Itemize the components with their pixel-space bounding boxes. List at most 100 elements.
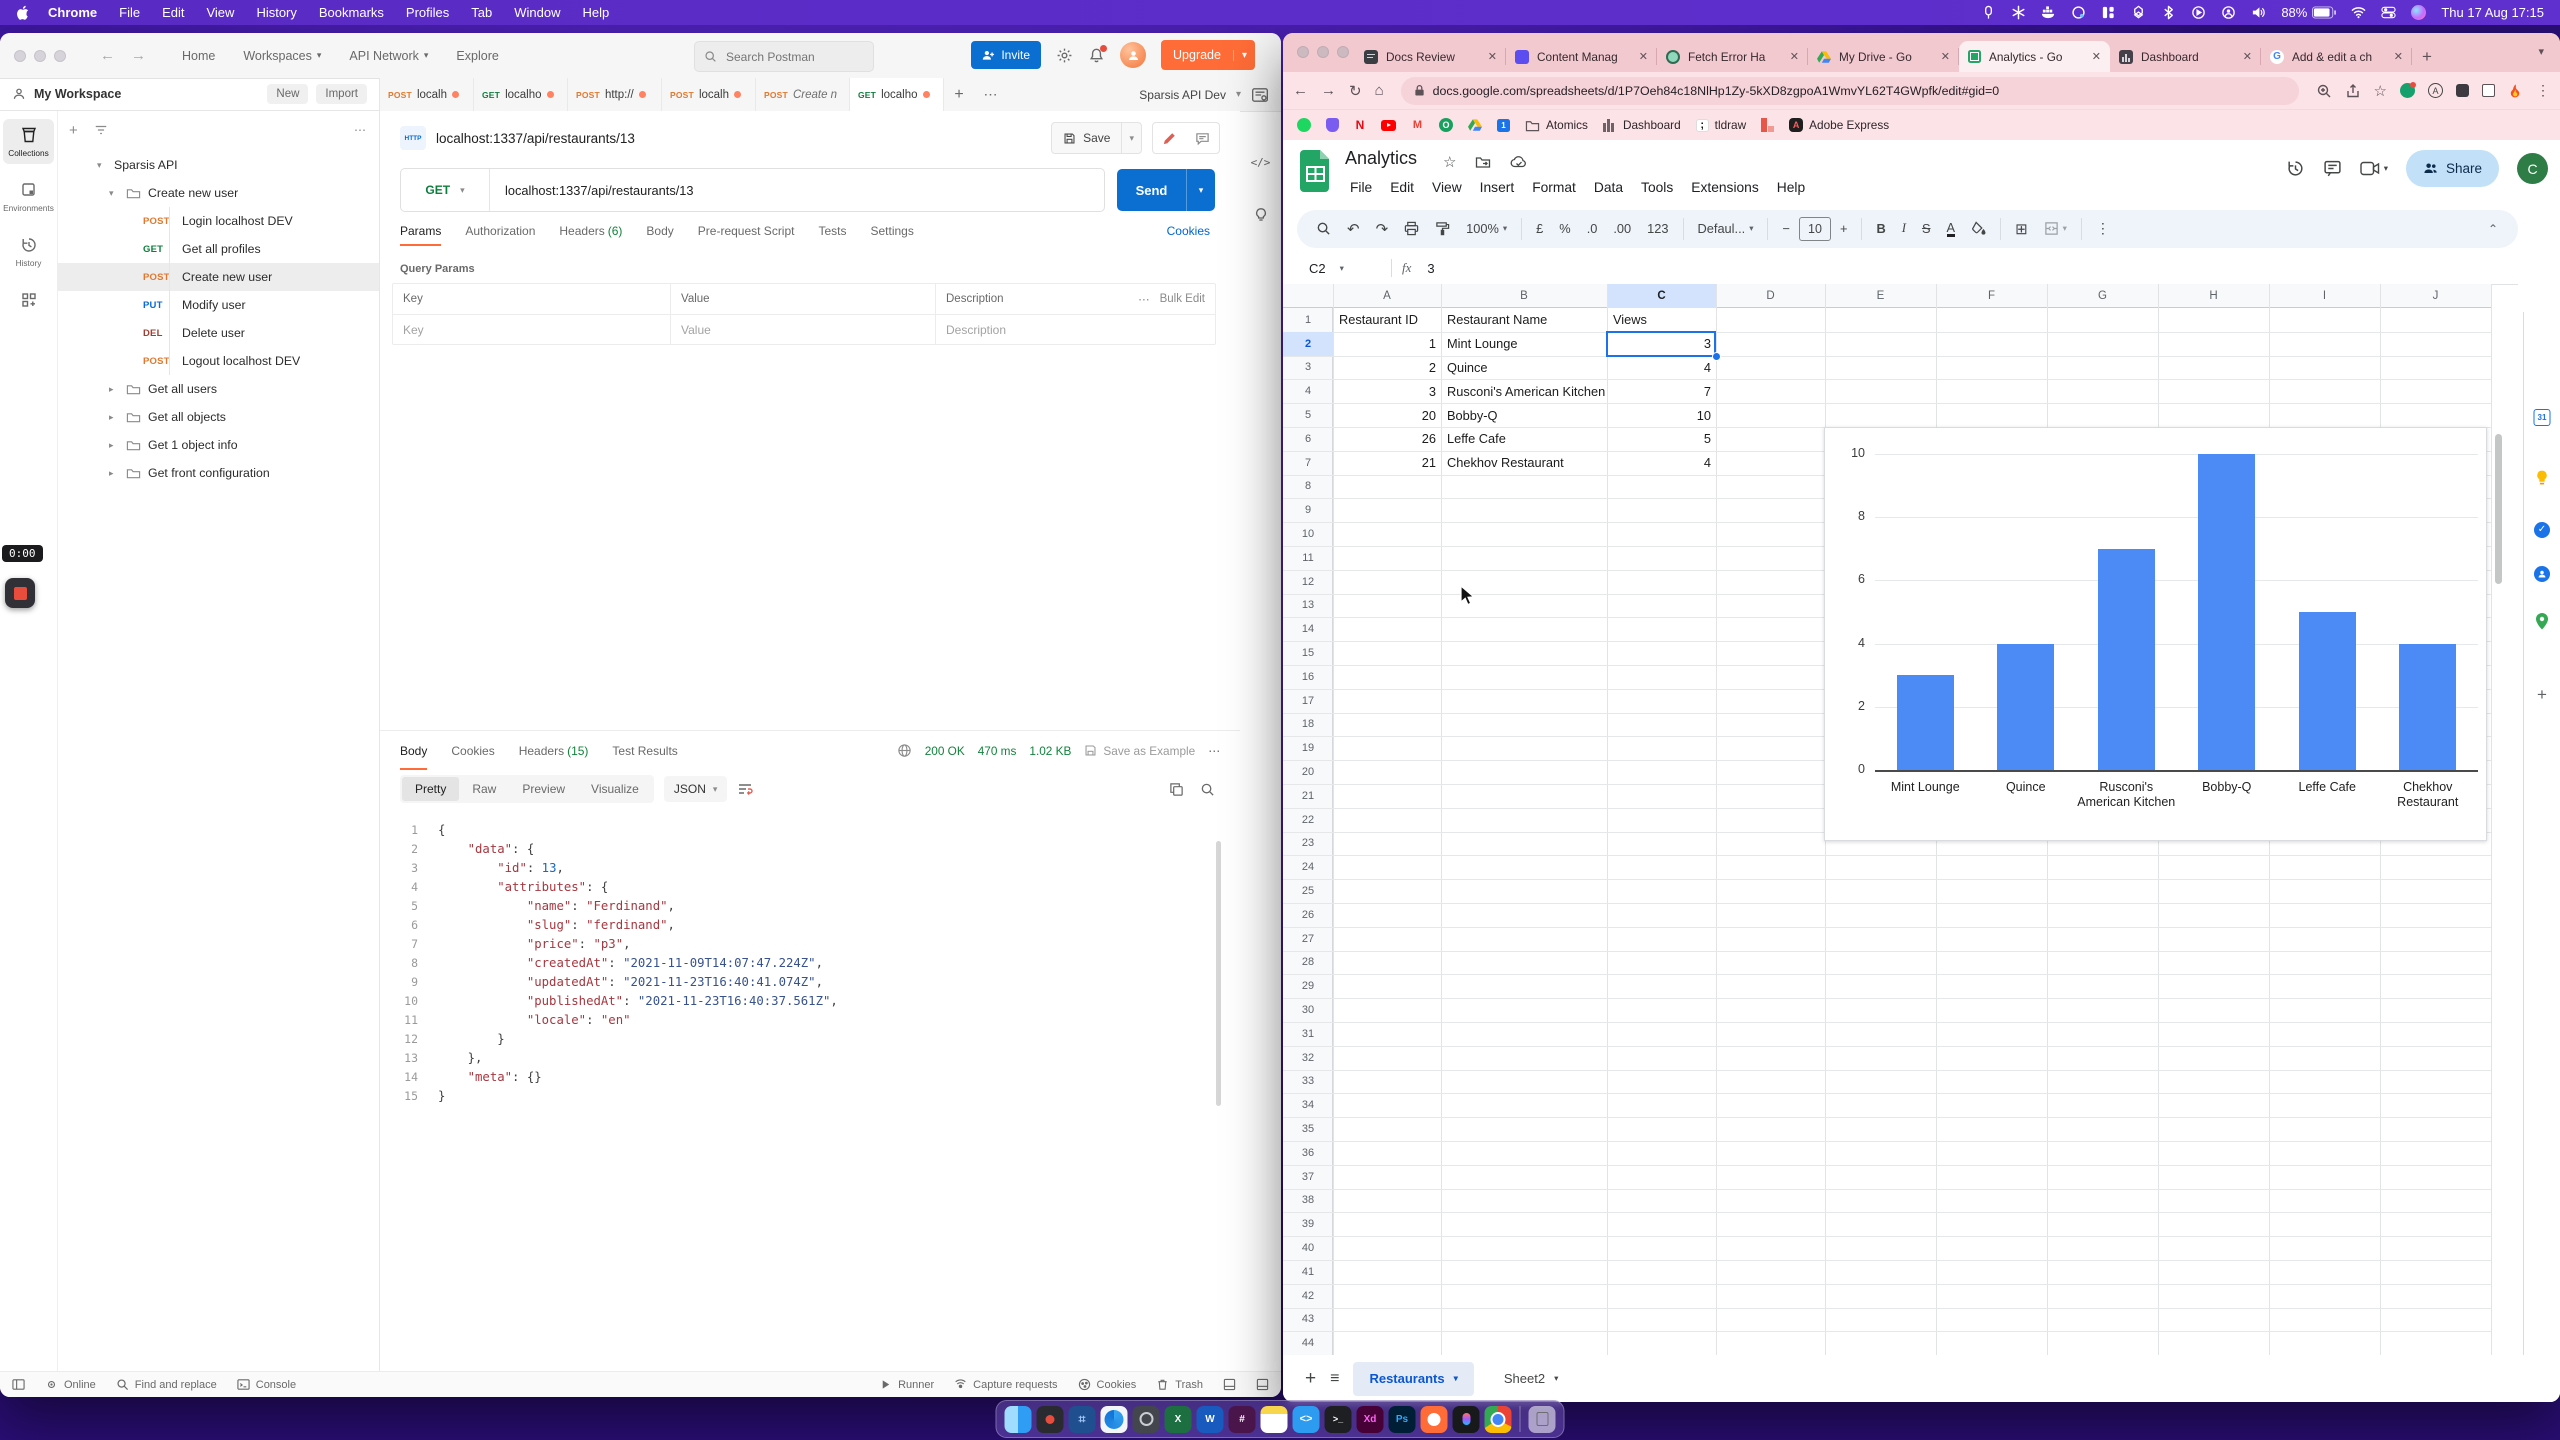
address-bar[interactable]: docs.google.com/spreadsheets/d/1P7Oeh84c… — [1401, 77, 2299, 105]
add-collection-icon[interactable]: + — [69, 122, 78, 139]
tree-request[interactable]: POSTLogout localhost DEV — [57, 347, 379, 375]
ext-pin-icon[interactable] — [2456, 84, 2469, 97]
collection-more-icon[interactable]: ⋯ — [354, 123, 367, 137]
bookmark-spotify[interactable] — [1297, 118, 1311, 132]
row-header-27[interactable]: 27 — [1283, 927, 1333, 951]
close-tab-icon[interactable]: ✕ — [1488, 50, 1497, 63]
sidebar-rail-more[interactable] — [3, 284, 54, 315]
tree-folder[interactable]: ▸Get all users — [57, 375, 379, 403]
decrease-font-size-button[interactable]: − — [1775, 221, 1796, 236]
sidebar-rail-history[interactable]: History — [3, 229, 54, 274]
font-select[interactable]: Defaul...▾ — [1691, 221, 1761, 236]
forward-icon[interactable]: → — [1321, 82, 1336, 99]
status-sidebar[interactable] — [12, 1378, 25, 1391]
volume-icon[interactable] — [2251, 5, 2266, 20]
row-header-23[interactable]: 23 — [1283, 832, 1333, 856]
bold-button[interactable]: B — [1869, 221, 1892, 236]
browser-tab[interactable]: Fetch Error Ha✕ — [1657, 41, 1808, 72]
response-more-icon[interactable]: ⋯ — [1208, 744, 1220, 758]
dock-photoshop-icon[interactable]: Ps — [1389, 1406, 1416, 1433]
view-preview[interactable]: Preview — [509, 777, 578, 801]
column-header-I[interactable]: I — [2269, 284, 2380, 308]
plus-icon[interactable]: + — [2537, 685, 2547, 705]
upgrade-button[interactable]: Upgrade▾ — [1161, 40, 1255, 70]
font-size-input[interactable]: 10 — [1799, 217, 1831, 241]
star-icon[interactable]: ☆ — [2374, 82, 2387, 100]
cookies-link[interactable]: Cookies — [1167, 224, 1210, 238]
request-tab[interactable]: POSTCreate n — [756, 78, 850, 111]
response-body[interactable]: 1{2 "data": {3 "id": 13,4 "attributes": … — [392, 821, 1210, 1106]
search-response-icon[interactable] — [1200, 782, 1215, 797]
italic-button[interactable]: I — [1895, 221, 1913, 236]
network-globe-icon[interactable] — [897, 743, 912, 758]
request-tab-authorization[interactable]: Authorization — [465, 215, 535, 246]
column-header-F[interactable]: F — [1936, 284, 2047, 308]
tree-folder[interactable]: ▾Create new user — [57, 179, 379, 207]
close-tab-icon[interactable]: ✕ — [1941, 50, 1950, 63]
comments-icon[interactable] — [2323, 159, 2342, 178]
request-tab[interactable]: POSThttp:// — [568, 78, 662, 111]
print-icon[interactable] — [1404, 221, 1419, 236]
row-header-21[interactable]: 21 — [1283, 784, 1333, 808]
strikethrough-button[interactable]: S — [1915, 221, 1938, 236]
chevron-down-icon[interactable]: ▾ — [109, 188, 119, 199]
undo-icon[interactable]: ↶ — [1340, 220, 1367, 238]
column-header-E[interactable]: E — [1825, 284, 1936, 308]
row-header-7[interactable]: 7 — [1283, 451, 1333, 475]
bookmark-gmail[interactable]: M — [1411, 119, 1424, 132]
menu-view[interactable]: View — [1423, 177, 1471, 198]
tree-folder[interactable]: ▸Get all objects — [57, 403, 379, 431]
new-request-tab-button[interactable]: + — [944, 78, 974, 111]
response-size[interactable]: 1.02 KB — [1029, 744, 1071, 758]
tasks-icon[interactable]: ✓ — [2534, 519, 2550, 538]
menu-edit[interactable]: Edit — [1381, 177, 1423, 198]
menu-extensions[interactable]: Extensions — [1682, 177, 1768, 198]
request-tab-settings[interactable]: Settings — [871, 215, 914, 246]
menu-edit[interactable]: Edit — [151, 5, 195, 20]
chevron-right-icon[interactable]: ▸ — [109, 468, 119, 479]
nav-workspaces[interactable]: Workspaces▾ — [233, 49, 331, 63]
cell-B2[interactable]: Mint Lounge — [1442, 332, 1607, 356]
row-header-40[interactable]: 40 — [1283, 1236, 1333, 1260]
document-title[interactable]: Analytics — [1345, 148, 1417, 169]
sheet-tab-sheet2[interactable]: Sheet2▾ — [1488, 1362, 1574, 1396]
menu-profiles[interactable]: Profiles — [395, 5, 460, 20]
row-header-2[interactable]: 2 — [1283, 332, 1333, 356]
dock-figma-icon[interactable] — [1453, 1406, 1480, 1433]
cell-C1[interactable]: Views — [1608, 308, 1716, 332]
menu-tab[interactable]: Tab — [460, 5, 503, 20]
url-field[interactable]: GET▾ localhost:1337/api/restaurants/13 — [400, 168, 1105, 212]
chart-bar-5[interactable] — [2299, 612, 2356, 770]
menu-history[interactable]: History — [245, 5, 307, 20]
ext-panel-icon[interactable] — [2482, 84, 2495, 97]
ext-fire-icon[interactable] — [2508, 83, 2523, 98]
user-avatar[interactable] — [1120, 42, 1146, 68]
row-header-18[interactable]: 18 — [1283, 713, 1333, 737]
browser-tab[interactable]: Dashboard✕ — [2110, 41, 2261, 72]
account-avatar[interactable]: C — [2517, 153, 2548, 184]
shapes-icon[interactable] — [2131, 5, 2146, 20]
status-runner[interactable]: Runner — [879, 1378, 934, 1391]
param-description-input[interactable]: Description — [936, 315, 1215, 344]
bookmark-adobe-express[interactable]: AAdobe Express — [1789, 118, 1889, 132]
cell-A4[interactable]: 3 — [1334, 379, 1441, 403]
method-selector[interactable]: GET▾ — [401, 169, 490, 211]
nav-home[interactable]: Home — [172, 49, 225, 63]
notifications-bell-icon[interactable] — [1088, 47, 1105, 64]
tree-folder[interactable]: ▸Get front configuration — [57, 459, 379, 487]
cell-A3[interactable]: 2 — [1334, 356, 1441, 380]
bookmark-netflix[interactable]: N — [1354, 118, 1366, 132]
cell-C5[interactable]: 10 — [1608, 403, 1716, 427]
cell-B4[interactable]: Rusconi's American Kitchen — [1442, 379, 1607, 403]
view-raw[interactable]: Raw — [459, 777, 509, 801]
menu-window[interactable]: Window — [503, 5, 571, 20]
response-status[interactable]: 200 OK — [925, 744, 965, 758]
chevron-right-icon[interactable]: ▸ — [109, 412, 119, 423]
edit-pencil-icon[interactable] — [1153, 131, 1186, 146]
vertical-scrollbar[interactable] — [2495, 434, 2502, 584]
tree-request[interactable]: POSTLogin localhost DEV — [57, 207, 379, 235]
status-console[interactable]: Console — [237, 1378, 296, 1391]
dock-notes-icon[interactable] — [1261, 1406, 1288, 1433]
panel-toggle-icon[interactable] — [1223, 1378, 1236, 1391]
nav-api-network[interactable]: API Network▾ — [339, 49, 438, 63]
